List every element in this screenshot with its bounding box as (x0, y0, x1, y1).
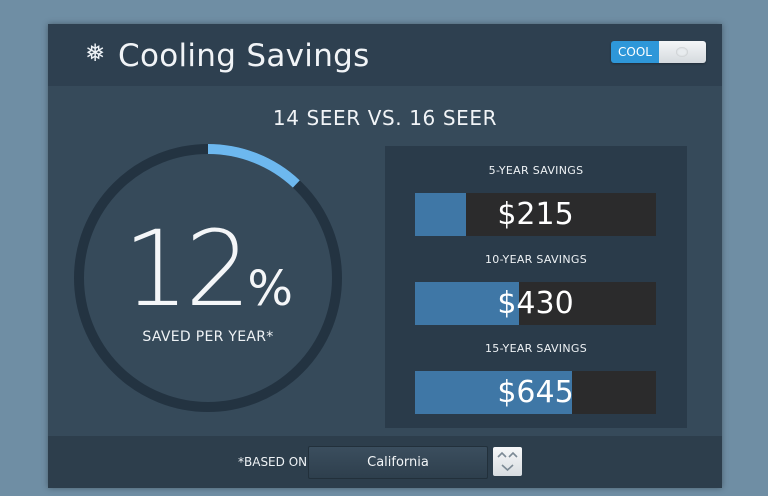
savings-label-5yr: 5-YEAR SAVINGS (488, 164, 584, 177)
percent-sign: % (247, 261, 293, 317)
savings-value-5yr: $215 (497, 197, 574, 232)
up-down-arrows-icon (497, 451, 518, 472)
cooling-savings-panel: ❅ Cooling Savings COOL 14 SEER VS. 16 SE… (48, 24, 722, 488)
savings-value-15yr: $645 (497, 375, 574, 410)
savings-breakdown: 5-YEAR SAVINGS $215 10-YEAR SAVINGS $430… (385, 146, 687, 428)
savings-bar-15yr: $645 (415, 371, 656, 414)
based-on-label: *BASED ON (238, 455, 308, 469)
page-title: Cooling Savings (118, 38, 370, 74)
savings-bar-5yr: $215 (415, 193, 656, 236)
cool-mode-toggle[interactable]: COOL (611, 41, 706, 63)
footer-bar: *BASED ON California (48, 436, 722, 488)
region-stepper[interactable] (493, 447, 522, 476)
percent-value: 12 (123, 208, 251, 330)
toggle-label: COOL (611, 41, 659, 63)
region-select[interactable]: California (308, 446, 488, 479)
savings-bar-10yr: $430 (415, 282, 656, 325)
seer-comparison-heading: 14 SEER VS. 16 SEER (272, 106, 498, 130)
header-bar: ❅ Cooling Savings COOL (48, 24, 722, 86)
savings-label-10yr: 10-YEAR SAVINGS (484, 253, 587, 266)
snowflake-icon: ❅ (84, 39, 106, 67)
toggle-knob[interactable] (659, 41, 706, 63)
saved-per-year-label: SAVED PER YEAR* (142, 329, 274, 345)
savings-value-10yr: $430 (497, 286, 574, 321)
savings-label-15yr: 15-YEAR SAVINGS (484, 342, 587, 355)
